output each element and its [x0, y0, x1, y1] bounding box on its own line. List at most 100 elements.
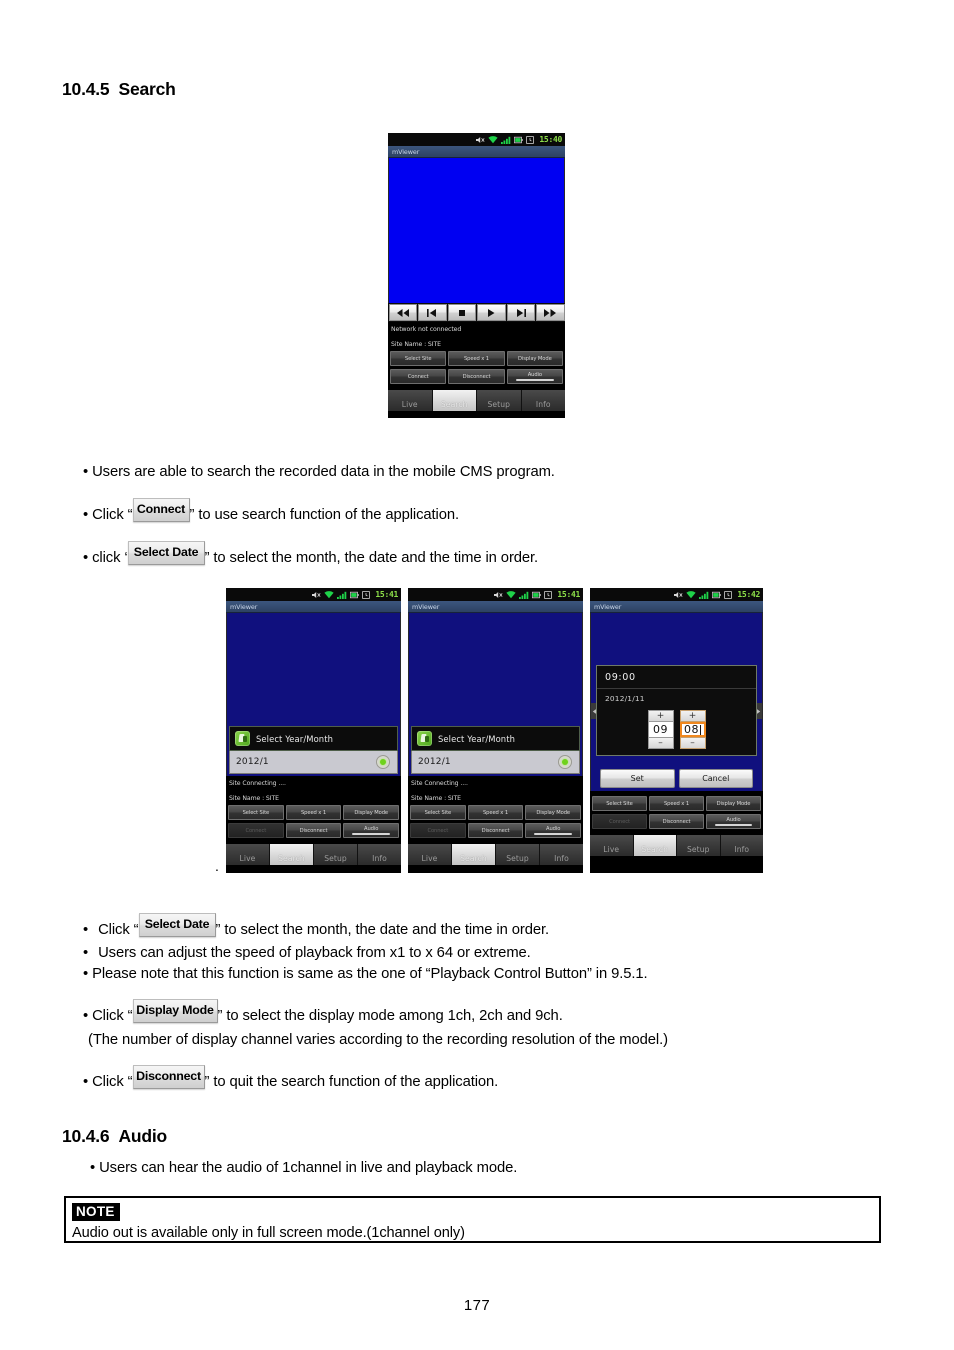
bullet-select-date-2-pre: Click “ — [98, 921, 139, 938]
audio-slider-track[interactable] — [352, 833, 390, 835]
video-view[interactable]: Select Year/Month 2012/1 — [408, 613, 583, 776]
connect-button[interactable]: Connect — [390, 369, 447, 384]
tab-live-label: Live — [401, 400, 418, 409]
bullet-connect-post: ” to use search function of the applicat… — [189, 506, 460, 523]
step-back-button[interactable] — [418, 304, 447, 321]
tab-search[interactable]: Search — [633, 835, 677, 856]
select-date-inline-button-1[interactable]: Select Date — [127, 541, 205, 565]
year-month-value[interactable]: 2012/1 — [236, 757, 269, 767]
tab-info[interactable]: Info — [720, 835, 763, 856]
tab-info[interactable]: Info — [358, 844, 401, 865]
minute-value: 08 — [684, 723, 699, 736]
tab-live[interactable]: Live — [590, 835, 634, 856]
select-date-inline-button-2[interactable]: Select Date — [138, 913, 216, 937]
step-forward-icon — [516, 308, 526, 317]
minute-increment-button[interactable]: + — [679, 710, 706, 722]
time-spinner-group: + 09 – + 08 – — [597, 707, 756, 755]
control-button-grid: Select Site Speed x 1 Display Mode Conne… — [408, 803, 583, 844]
disconnect-button[interactable]: Disconnect — [448, 369, 505, 384]
set-button[interactable]: Set — [600, 769, 675, 788]
tab-live[interactable]: Live — [226, 844, 270, 865]
control-button-grid: Select Site Speed x 1 Display Mode Conne… — [388, 349, 565, 390]
tab-info[interactable]: Info — [521, 390, 565, 411]
mute-icon — [312, 591, 321, 598]
audio-slider[interactable]: Audio — [706, 814, 761, 829]
tab-setup[interactable]: Setup — [314, 844, 358, 865]
audio-slider-track[interactable] — [515, 379, 554, 381]
bullet-select-date-1-pre: click ‘ — [92, 549, 128, 566]
play-button[interactable] — [477, 304, 506, 321]
video-view[interactable]: 09:00 2012/1/11 + 09 – + 08 – Set Cancel — [590, 613, 763, 791]
audio-slider[interactable]: Audio — [525, 823, 582, 838]
connect-button[interactable]: Connect — [592, 814, 647, 829]
speed-button[interactable]: Speed x 1 — [649, 796, 704, 811]
cancel-button[interactable]: Cancel — [678, 769, 753, 788]
step-forward-button[interactable] — [506, 304, 535, 321]
connect-button[interactable]: Connect — [410, 823, 466, 838]
select-site-button[interactable]: Select Site — [592, 796, 647, 811]
note-body-text: Audio out is available only in full scre… — [72, 1225, 465, 1241]
minute-decrement-button[interactable]: – — [679, 737, 706, 749]
bullet-select-date-2-post: ” to select the month, the date and the … — [215, 921, 550, 938]
status-line-connecting: Site Connecting .... — [411, 780, 468, 787]
dialog-title: Select Year/Month — [256, 733, 333, 744]
minute-value-wrap[interactable]: 08 — [679, 722, 706, 737]
tab-live[interactable]: Live — [408, 844, 452, 865]
tab-setup[interactable]: Setup — [477, 390, 522, 411]
disconnect-button[interactable]: Disconnect — [649, 814, 704, 829]
tab-search[interactable]: Search — [452, 844, 496, 865]
tab-setup[interactable]: Setup — [677, 835, 721, 856]
connection-status-block: Network not connected Site Name : SITE — [388, 322, 565, 349]
disconnect-button[interactable]: Disconnect — [467, 823, 524, 838]
status-bar-clock: 15:42 — [737, 590, 760, 599]
connect-button[interactable]: Connect — [228, 823, 284, 838]
rewind-button[interactable] — [388, 304, 417, 321]
audio-slider[interactable]: Audio — [506, 369, 563, 384]
hour-increment-button[interactable]: + — [647, 710, 674, 722]
select-site-button[interactable]: Select Site — [410, 805, 466, 820]
hour-value[interactable]: 09 — [647, 722, 674, 737]
tab-info[interactable]: Info — [540, 844, 583, 865]
select-site-button[interactable]: Select Site — [228, 805, 284, 820]
tab-search[interactable]: Search — [270, 844, 314, 865]
select-site-button[interactable]: Select Site — [390, 351, 447, 366]
video-view[interactable]: Select Year/Month 2012/1 — [226, 613, 401, 776]
tab-info-label: Info — [372, 854, 387, 863]
audio-slider-track[interactable] — [714, 824, 753, 826]
select-year-month-dialog: Select Year/Month 2012/1 — [229, 726, 398, 774]
bullet-speed: Users can adjust the speed of playback f… — [83, 944, 531, 962]
tab-setup[interactable]: Setup — [496, 844, 540, 865]
hour-spinner[interactable]: + 09 – — [647, 710, 674, 749]
disconnect-button[interactable]: Disconnect — [285, 823, 342, 838]
display-mode-inline-button[interactable]: Display Mode — [132, 999, 218, 1023]
disconnect-inline-button[interactable]: Disconnect — [132, 1065, 205, 1089]
display-mode-button[interactable]: Display Mode — [525, 805, 582, 820]
audio-slider-track[interactable] — [534, 833, 572, 835]
confirm-indicator-icon[interactable] — [558, 755, 572, 769]
confirm-indicator-icon[interactable] — [376, 755, 390, 769]
time-picker-actions: Set Cancel — [596, 765, 757, 792]
hour-decrement-button[interactable]: – — [647, 737, 674, 749]
speed-button[interactable]: Speed x 1 — [467, 805, 524, 820]
audio-slider[interactable]: Audio — [343, 823, 400, 838]
connect-inline-button[interactable]: Connect — [132, 498, 190, 522]
video-view[interactable] — [388, 158, 565, 303]
speed-button[interactable]: Speed x 1 — [448, 351, 505, 366]
note-tag-wrap: NOTE — [66, 1198, 879, 1221]
year-month-value[interactable]: 2012/1 — [418, 757, 451, 767]
control-row-1: Select Site Speed x 1 Display Mode — [592, 796, 761, 811]
audio-label: Audio — [726, 817, 741, 823]
display-mode-button[interactable]: Display Mode — [506, 351, 563, 366]
tab-search[interactable]: Search — [432, 390, 477, 411]
control-row-2: Connect Disconnect Audio — [228, 823, 400, 838]
wifi-icon — [324, 590, 335, 598]
tab-live[interactable]: Live — [388, 390, 433, 411]
display-mode-button[interactable]: Display Mode — [706, 796, 761, 811]
fast-forward-button[interactable] — [536, 304, 565, 321]
display-mode-button[interactable]: Display Mode — [343, 805, 400, 820]
android-status-bar: 15:40 — [388, 133, 565, 146]
minute-spinner[interactable]: + 08 – — [679, 710, 706, 749]
bullet-disconnect-post: ” to quit the search function of the app… — [204, 1073, 499, 1090]
stop-button[interactable] — [447, 304, 476, 321]
speed-button[interactable]: Speed x 1 — [285, 805, 342, 820]
